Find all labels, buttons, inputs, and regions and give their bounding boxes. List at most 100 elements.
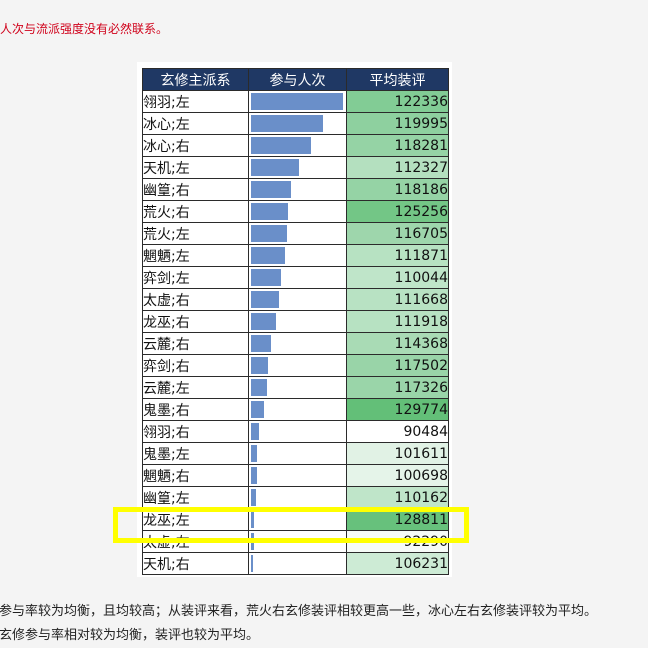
- school-cell: 冰心;右: [142, 134, 249, 157]
- participation-bar: [251, 489, 256, 506]
- participation-bar: [251, 181, 292, 198]
- participation-cell: [248, 266, 347, 289]
- table-row: 魍魉;右 100698: [142, 464, 449, 487]
- participation-cell: [248, 332, 347, 355]
- participation-cell: [248, 178, 347, 201]
- participation-bar: [251, 137, 311, 154]
- avg-score-cell: 92290: [346, 530, 449, 553]
- table-row: 翎羽;左 122336: [142, 90, 449, 113]
- participation-bar: [251, 203, 288, 220]
- school-cell: 翎羽;左: [142, 90, 249, 113]
- avg-score-cell: 116705: [346, 222, 449, 245]
- avg-score-cell: 114368: [346, 332, 449, 355]
- school-cell: 龙巫;左: [142, 508, 249, 531]
- school-cell: 云麓;左: [142, 376, 249, 399]
- bottom-line-2: 右玄修参与率相对较为均衡，装评也较为平均。: [0, 628, 260, 643]
- participation-cell: [248, 112, 347, 135]
- school-cell: 弈剑;右: [142, 354, 249, 377]
- participation-cell: [248, 200, 347, 223]
- table-row: 冰心;左 119995: [142, 112, 449, 135]
- participation-bar: [251, 335, 272, 352]
- table-row: 荒火;右 125256: [142, 200, 449, 223]
- participation-cell: [248, 222, 347, 245]
- school-cell: 幽篁;右: [142, 178, 249, 201]
- participation-cell: [248, 420, 347, 443]
- table-row: 冰心;右 118281: [142, 134, 449, 157]
- avg-score-cell: 101611: [346, 442, 449, 465]
- table-row: 云麓;右 114368: [142, 332, 449, 355]
- participation-cell: [248, 442, 347, 465]
- table-row: 幽篁;右 118186: [142, 178, 449, 201]
- avg-score-cell: 110162: [346, 486, 449, 509]
- school-cell: 荒火;左: [142, 222, 249, 245]
- participation-cell: [248, 310, 347, 333]
- table-row: 鬼墨;右 129774: [142, 398, 449, 421]
- bottom-text: 派参与率较为均衡，且均较高；从装评来看，荒火右玄修装评相较更高一些，冰心左右玄修…: [0, 600, 648, 648]
- school-cell: 翎羽;右: [142, 420, 249, 443]
- participation-bar: [251, 269, 282, 286]
- avg-score-cell: 129774: [346, 398, 449, 421]
- school-cell: 荒火;右: [142, 200, 249, 223]
- school-cell: 魍魉;左: [142, 244, 249, 267]
- header-participation: 参与人次: [248, 68, 347, 91]
- participation-cell: [248, 376, 347, 399]
- school-cell: 天机;左: [142, 156, 249, 179]
- participation-cell: [248, 508, 347, 531]
- avg-score-cell: 119995: [346, 112, 449, 135]
- avg-score-cell: 125256: [346, 200, 449, 223]
- table-row: 天机;右 106231: [142, 552, 449, 575]
- school-cell: 鬼墨;右: [142, 398, 249, 421]
- school-cell: 云麓;右: [142, 332, 249, 355]
- participation-cell: [248, 354, 347, 377]
- header-avg-score: 平均装评: [346, 68, 449, 91]
- table-row: 太虚;右 111668: [142, 288, 449, 311]
- participation-cell: [248, 156, 347, 179]
- table-row: 鬼墨;左 101611: [142, 442, 449, 465]
- avg-score-cell: 111871: [346, 244, 449, 267]
- participation-cell: [248, 552, 347, 575]
- participation-cell: [248, 134, 347, 157]
- avg-score-cell: 111918: [346, 310, 449, 333]
- avg-score-cell: 106231: [346, 552, 449, 575]
- table-row: 云麓;左 117326: [142, 376, 449, 399]
- table-row: 荒火;左 116705: [142, 222, 449, 245]
- bottom-line-1: 派参与率较为均衡，且均较高；从装评来看，荒火右玄修装评相较更高一些，冰心左右玄修…: [0, 604, 598, 619]
- table-row: 弈剑;右 117502: [142, 354, 449, 377]
- participation-cell: [248, 486, 347, 509]
- participation-bar: [251, 379, 267, 396]
- participation-bar: [251, 93, 343, 110]
- school-rank-table: 玄修主派系 参与人次 平均装评 翎羽;左 122336 冰心;左 119995 冰心;右…: [142, 68, 449, 575]
- avg-score-cell: 122336: [346, 90, 449, 113]
- table-row: 弈剑;左 110044: [142, 266, 449, 289]
- table-row: 龙巫;右 111918: [142, 310, 449, 333]
- table-body: 翎羽;左 122336 冰心;左 119995 冰心;右 118281 天机;左 112327…: [142, 90, 449, 575]
- participation-bar: [251, 511, 254, 528]
- avg-score-cell: 90484: [346, 420, 449, 443]
- table-row: 龙巫;左 128811: [142, 508, 449, 531]
- header-school: 玄修主派系: [142, 68, 249, 91]
- school-cell: 幽篁;左: [142, 486, 249, 509]
- participation-cell: [248, 398, 347, 421]
- table-row: 翎羽;右 90484: [142, 420, 449, 443]
- school-cell: 鬼墨;左: [142, 442, 249, 465]
- participation-cell: [248, 90, 347, 113]
- participation-bar: [251, 313, 276, 330]
- avg-score-cell: 118186: [346, 178, 449, 201]
- avg-score-cell: 111668: [346, 288, 449, 311]
- avg-score-cell: 112327: [346, 156, 449, 179]
- table-row: 幽篁;左 110162: [142, 486, 449, 509]
- school-cell: 太虚;右: [142, 288, 249, 311]
- school-cell: 太虚;左: [142, 530, 249, 553]
- school-cell: 冰心;左: [142, 112, 249, 135]
- table-header-row: 玄修主派系 参与人次 平均装评: [142, 68, 449, 91]
- avg-score-cell: 128811: [346, 508, 449, 531]
- participation-bar: [251, 555, 253, 572]
- participation-cell: [248, 288, 347, 311]
- participation-cell: [248, 464, 347, 487]
- participation-bar: [251, 225, 287, 242]
- participation-bar: [251, 291, 279, 308]
- top-note: 与人次与流派强度没有必然联系。: [0, 22, 169, 36]
- participation-bar: [251, 401, 264, 418]
- school-cell: 魍魉;右: [142, 464, 249, 487]
- participation-bar: [251, 159, 299, 176]
